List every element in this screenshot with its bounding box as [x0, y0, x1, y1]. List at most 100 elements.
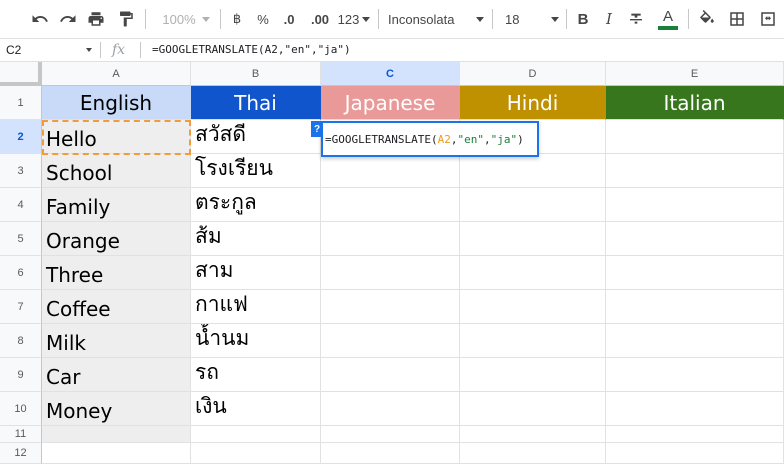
row-header-10[interactable]: 11 [0, 426, 42, 443]
cell[interactable]: น้ำนม [191, 324, 321, 358]
cell[interactable]: Car [42, 358, 191, 392]
paint-format-icon[interactable] [114, 7, 138, 31]
cell[interactable]: ตระกูล [191, 188, 321, 222]
cell[interactable]: โรงเรียน [191, 154, 321, 188]
row-header-6[interactable]: 7 [0, 290, 42, 324]
cell[interactable]: รถ [191, 358, 321, 392]
column-header-0[interactable]: A [42, 62, 191, 86]
fill-color-icon[interactable] [696, 7, 718, 31]
column-header-4[interactable]: E [606, 62, 784, 86]
percent-format-button[interactable]: % [254, 7, 272, 31]
cell[interactable] [606, 426, 784, 443]
row-header-0[interactable]: 1 [0, 86, 42, 120]
cell[interactable] [42, 443, 191, 464]
cell[interactable] [460, 324, 606, 358]
cell[interactable]: Three [42, 256, 191, 290]
undo-icon[interactable] [28, 7, 52, 31]
column-header-3[interactable]: D [460, 62, 606, 86]
cell[interactable] [460, 426, 606, 443]
font-family-select[interactable]: Inconsolata [388, 7, 484, 31]
formula-help-badge[interactable]: ? [311, 121, 323, 137]
column-header-1[interactable]: B [191, 62, 321, 86]
cell[interactable] [460, 154, 606, 188]
cell[interactable] [321, 358, 460, 392]
row-header-4[interactable]: 5 [0, 222, 42, 256]
cell[interactable] [460, 188, 606, 222]
header-cell[interactable]: Japanese [321, 86, 460, 120]
cell[interactable]: Hello [42, 120, 191, 154]
cell[interactable]: สวัสดี [191, 120, 321, 154]
decrease-decimal-button[interactable]: .0 [278, 7, 300, 31]
header-cell[interactable]: English [42, 86, 191, 120]
cell[interactable]: Orange [42, 222, 191, 256]
name-box[interactable]: C2 [0, 39, 100, 61]
cell[interactable] [606, 358, 784, 392]
redo-icon[interactable] [56, 7, 80, 31]
font-size-select[interactable]: 18 [505, 7, 559, 31]
cell[interactable] [460, 443, 606, 464]
cell[interactable] [606, 188, 784, 222]
select-all-corner[interactable] [0, 62, 42, 86]
row-header-3[interactable]: 4 [0, 188, 42, 222]
cell[interactable]: สาม [191, 256, 321, 290]
cell[interactable]: School [42, 154, 191, 188]
row-header-11[interactable]: 12 [0, 443, 42, 464]
cell[interactable]: Family [42, 188, 191, 222]
cell[interactable] [606, 392, 784, 426]
print-icon[interactable] [84, 7, 108, 31]
cell[interactable]: Milk [42, 324, 191, 358]
cell[interactable] [321, 324, 460, 358]
row-header-9[interactable]: 10 [0, 392, 42, 426]
cell[interactable] [606, 120, 784, 154]
cell[interactable] [191, 443, 321, 464]
column-header-2[interactable]: C [321, 62, 460, 86]
cell[interactable] [321, 443, 460, 464]
text-color-button[interactable]: A [656, 7, 680, 31]
header-cell[interactable]: Thai [191, 86, 321, 120]
toolbar-divider [378, 9, 379, 29]
merge-cells-icon[interactable] [756, 7, 780, 31]
cell[interactable] [606, 324, 784, 358]
cell[interactable] [321, 188, 460, 222]
cell[interactable] [606, 290, 784, 324]
row-header-5[interactable]: 6 [0, 256, 42, 290]
italic-button[interactable]: I [600, 7, 618, 31]
header-cell[interactable]: Italian [606, 86, 784, 120]
cell[interactable] [460, 358, 606, 392]
borders-icon[interactable] [726, 7, 748, 31]
cell[interactable] [321, 154, 460, 188]
row-header-1[interactable]: 2 [0, 120, 42, 154]
cell[interactable] [460, 222, 606, 256]
cell[interactable]: เงิน [191, 392, 321, 426]
cell[interactable] [321, 392, 460, 426]
formula-input[interactable]: =GOOGLETRANSLATE(A2,"en","ja") [152, 39, 351, 61]
cell[interactable] [606, 443, 784, 464]
cell[interactable] [321, 290, 460, 324]
cell[interactable] [460, 256, 606, 290]
cell[interactable] [321, 222, 460, 256]
increase-decimal-button[interactable]: .00 [306, 7, 334, 31]
row-header-2[interactable]: 3 [0, 154, 42, 188]
zoom-select[interactable]: 100% [158, 7, 214, 31]
cell[interactable]: Coffee [42, 290, 191, 324]
currency-format-button[interactable]: ฿ [228, 7, 246, 31]
strikethrough-icon[interactable] [626, 7, 646, 31]
cell[interactable] [606, 154, 784, 188]
cell-editor[interactable]: =GOOGLETRANSLATE(A2, "en", "ja") [321, 121, 539, 157]
cell[interactable] [460, 392, 606, 426]
cell[interactable] [42, 426, 191, 443]
cell[interactable] [606, 256, 784, 290]
row-header-7[interactable]: 8 [0, 324, 42, 358]
cell[interactable]: กาแฟ [191, 290, 321, 324]
cell[interactable] [321, 426, 460, 443]
cell[interactable] [460, 290, 606, 324]
cell[interactable] [321, 256, 460, 290]
number-format-select[interactable]: 123 [337, 7, 371, 31]
cell[interactable] [606, 222, 784, 256]
bold-button[interactable]: B [574, 7, 592, 31]
row-header-8[interactable]: 9 [0, 358, 42, 392]
header-cell[interactable]: Hindi [460, 86, 606, 120]
cell[interactable]: Money [42, 392, 191, 426]
cell[interactable] [191, 426, 321, 443]
cell[interactable]: ส้ม [191, 222, 321, 256]
